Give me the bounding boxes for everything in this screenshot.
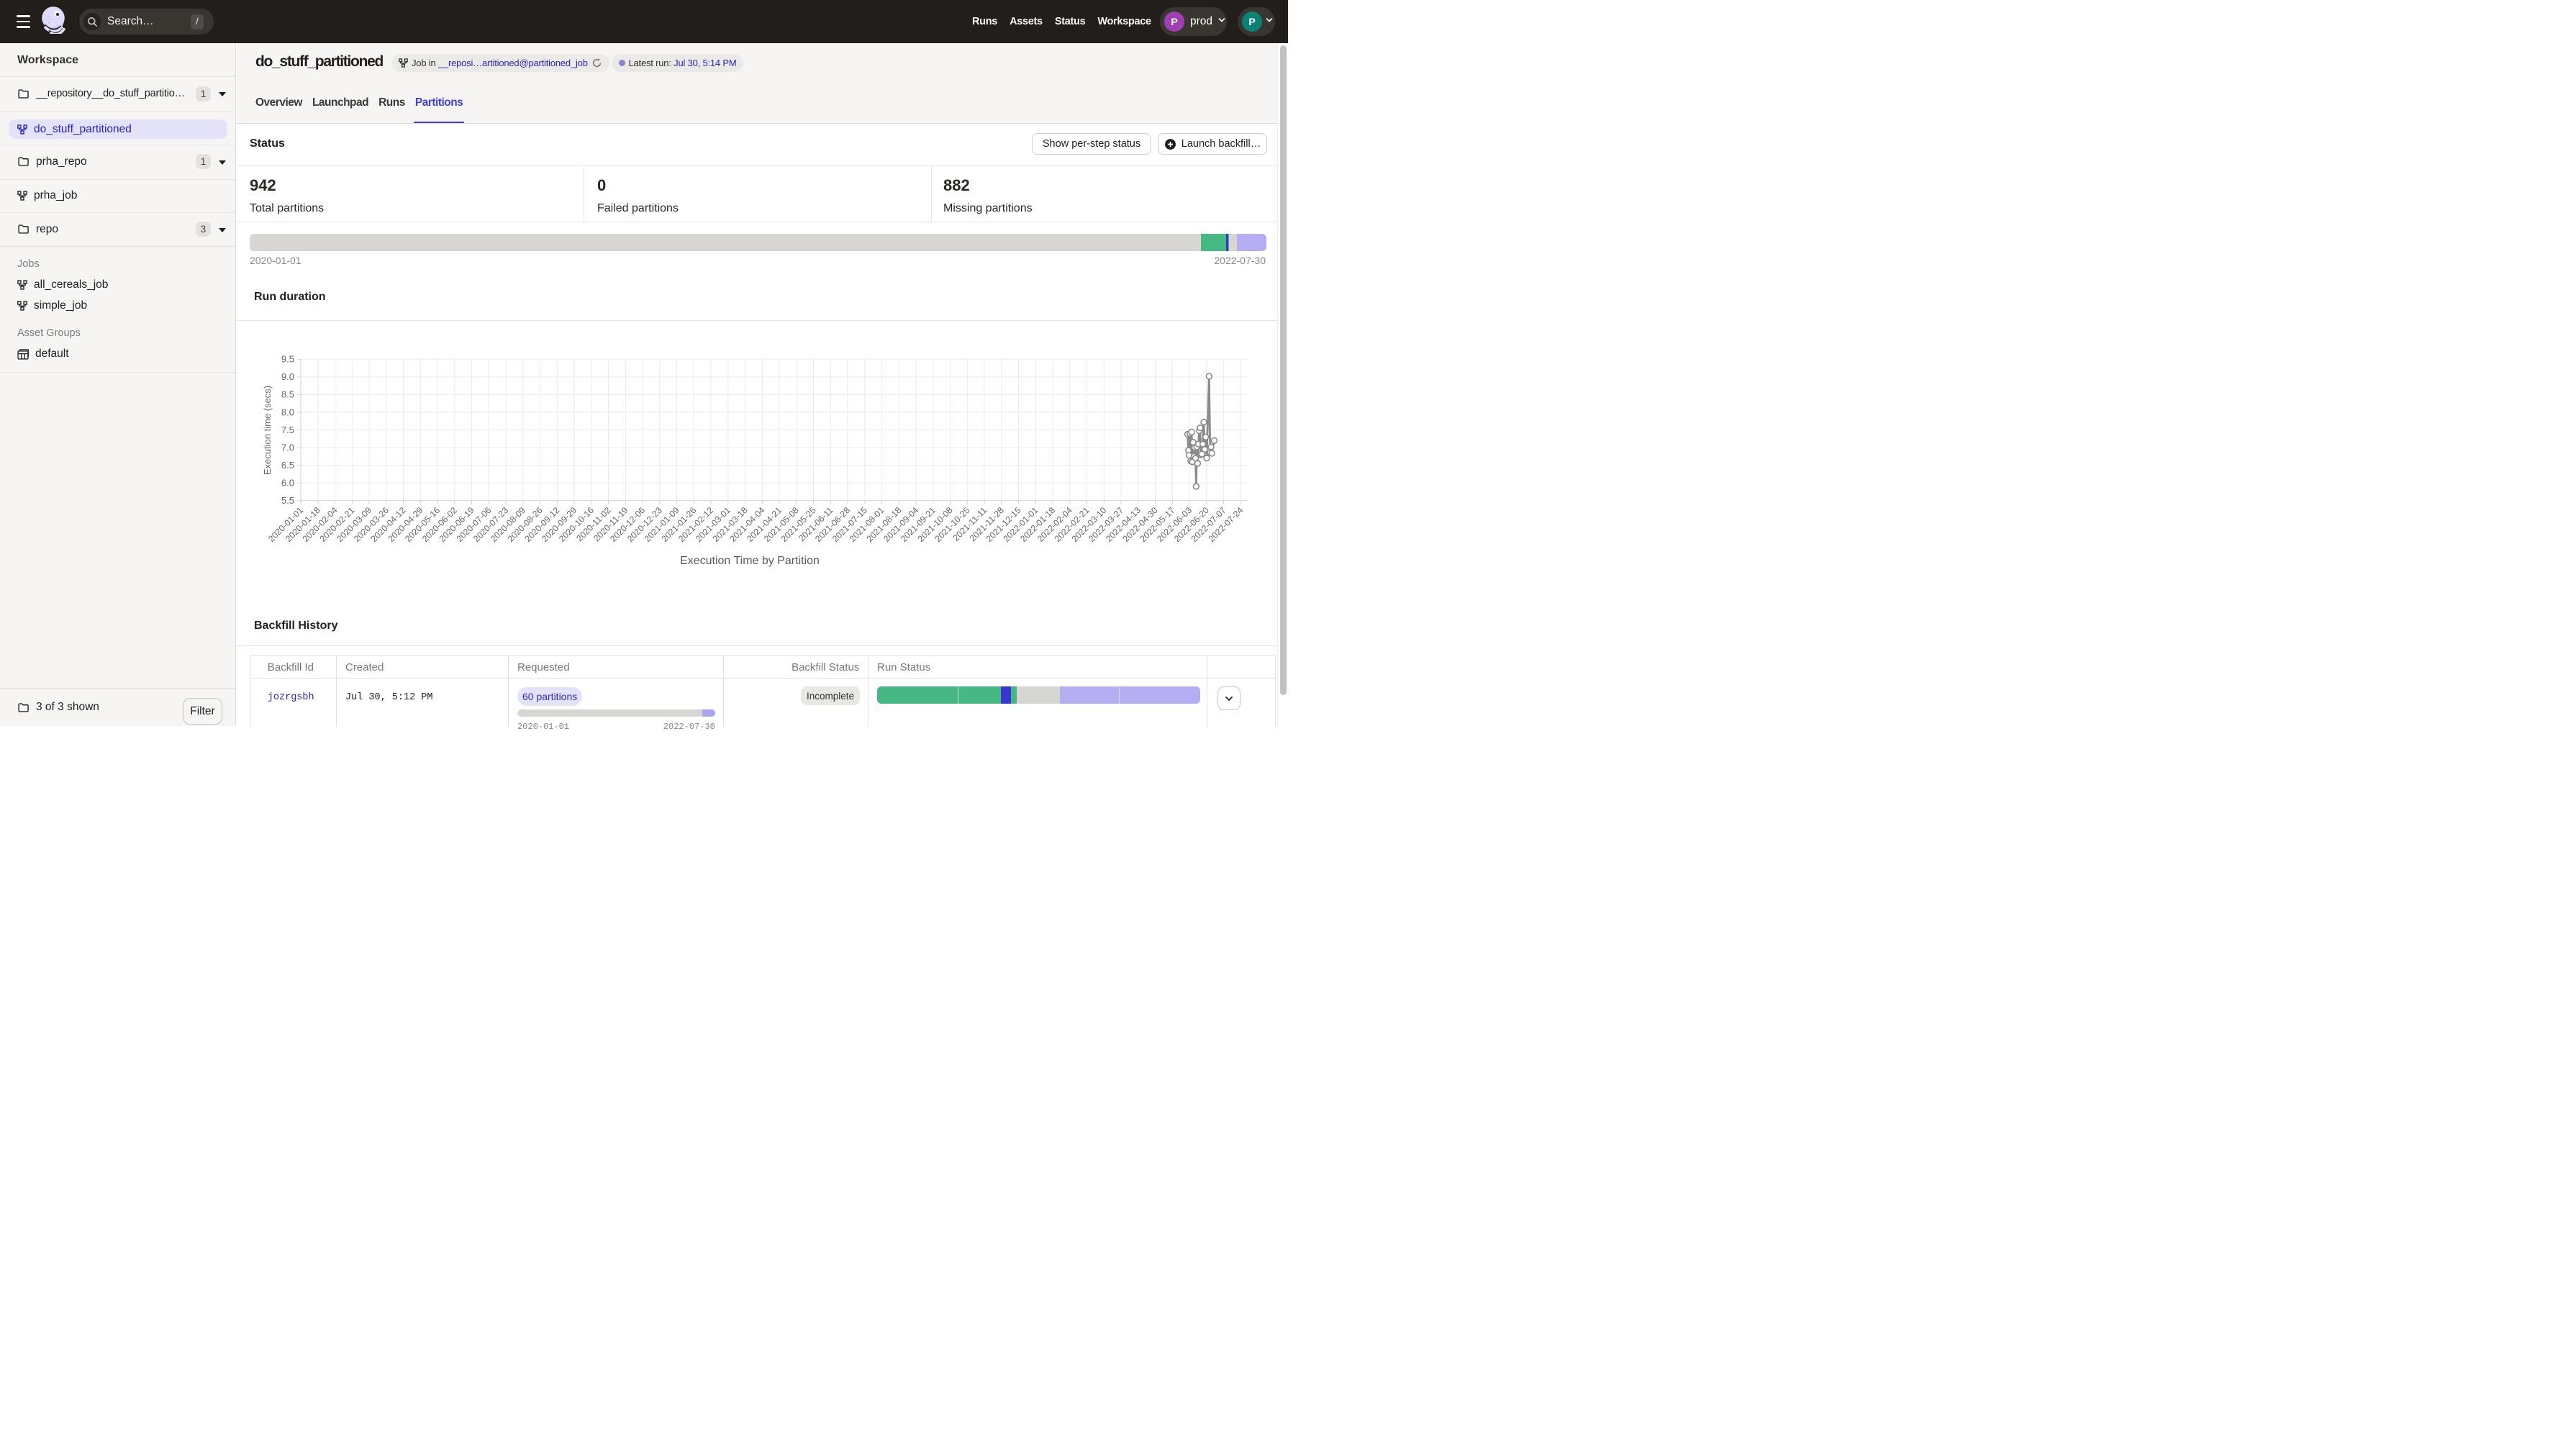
- svg-text:7.0: 7.0: [281, 442, 294, 453]
- svg-text:9.5: 9.5: [281, 354, 294, 365]
- svg-text:6.5: 6.5: [281, 460, 294, 471]
- svg-text:Execution Time by Partition: Execution Time by Partition: [680, 555, 820, 567]
- svg-text:Execution time (secs): Execution time (secs): [262, 386, 273, 475]
- svg-text:8.0: 8.0: [281, 407, 294, 417]
- svg-text:7.5: 7.5: [281, 425, 294, 435]
- svg-text:5.5: 5.5: [281, 495, 294, 506]
- svg-text:8.5: 8.5: [281, 389, 294, 400]
- svg-text:9.0: 9.0: [281, 371, 294, 382]
- svg-text:6.0: 6.0: [281, 478, 294, 489]
